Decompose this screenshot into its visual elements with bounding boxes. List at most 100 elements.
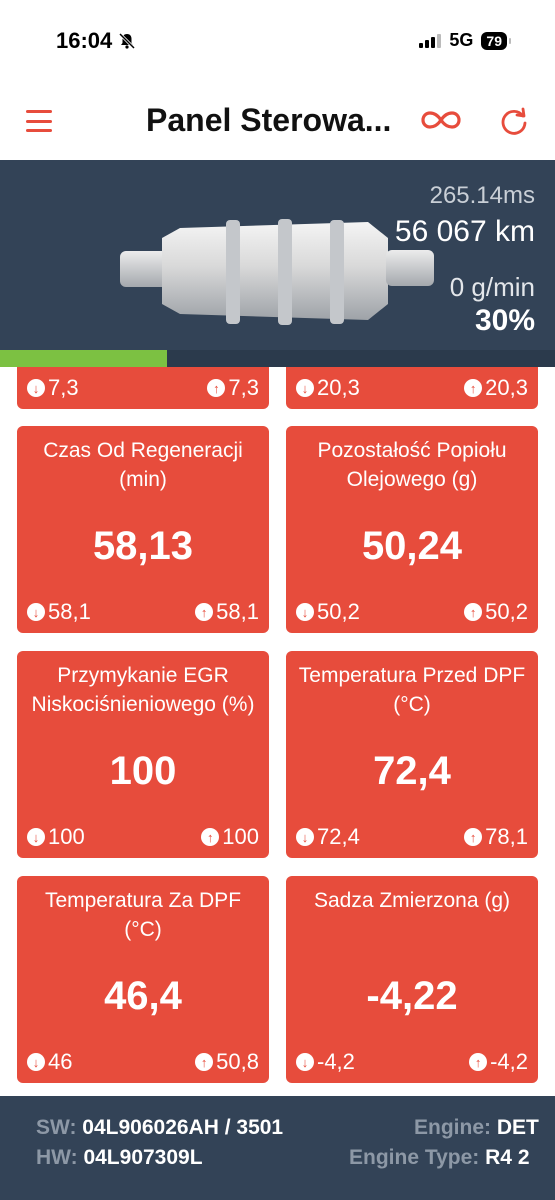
sw-value: 04L906026AH / 3501 bbox=[82, 1116, 284, 1139]
max-value: 50,2 bbox=[485, 599, 528, 624]
sensor-card-value: 46,4 bbox=[104, 974, 182, 1018]
sensor-card-value: 58,13 bbox=[92, 524, 194, 568]
sensor-card-egr-closing[interactable]: Przymykanie EGR Niskociśnieniowego (%) 1… bbox=[17, 651, 269, 858]
arrow-down-circle-icon: ↓ bbox=[296, 1053, 314, 1071]
min-value: 20,3 bbox=[317, 375, 360, 400]
arrow-down-circle-icon: ↓ bbox=[296, 828, 314, 846]
arrow-down-circle-icon: ↓ bbox=[27, 603, 45, 621]
sensor-card-value: 50,24 bbox=[361, 524, 463, 568]
dpf-load-percent: 30% bbox=[474, 304, 535, 337]
min-value: 72,4 bbox=[317, 824, 360, 849]
dpf-filter-image bbox=[120, 219, 434, 325]
sensor-card-title: Temperatura Za DPF (°C) bbox=[44, 889, 242, 941]
max-value-group: ↑ 78,1 bbox=[464, 824, 528, 850]
signal-icon bbox=[419, 33, 442, 48]
sensor-card[interactable]: ↓ 20,3 ↑ 20,3 bbox=[286, 367, 538, 409]
battery-icon: 79 bbox=[481, 31, 511, 50]
network-type: 5G bbox=[449, 30, 474, 50]
odometer-distance: 56 067 km bbox=[394, 215, 535, 248]
engine-row: Engine: DET bbox=[414, 1116, 539, 1140]
arrow-down-circle-icon: ↓ bbox=[296, 603, 314, 621]
min-value-group: ↓ 100 bbox=[27, 824, 85, 850]
sensor-card-title: Przymykanie EGR Niskociśnieniowego (%) bbox=[31, 664, 255, 716]
bell-slash-icon bbox=[119, 32, 136, 50]
sensor-card-value: 72,4 bbox=[373, 749, 451, 793]
ecu-info-footer: SW: 04L906026AH / 3501 HW: 04L907309L En… bbox=[0, 1096, 555, 1200]
status-bar: 16:04 5G 79 bbox=[0, 0, 555, 80]
min-value: 50,2 bbox=[317, 599, 360, 624]
arrow-up-circle-icon: ↑ bbox=[201, 828, 220, 846]
min-value: 46 bbox=[48, 1049, 73, 1074]
status-indicators: 5G 79 bbox=[419, 30, 511, 51]
refresh-icon[interactable] bbox=[498, 106, 530, 138]
sensor-card-oil-ash[interactable]: Pozostałość Popiołu Olejowego (g) 50,24 … bbox=[286, 426, 538, 633]
min-value-group: ↓ 72,4 bbox=[296, 824, 360, 850]
max-value-group: ↑ 50,2 bbox=[464, 599, 528, 625]
sensor-card-title: Pozostałość Popiołu Olejowego (g) bbox=[317, 439, 507, 491]
arrow-up-circle-icon: ↑ bbox=[207, 379, 226, 397]
status-time: 16:04 bbox=[56, 28, 113, 53]
arrow-up-circle-icon: ↑ bbox=[469, 1053, 488, 1071]
arrow-up-circle-icon: ↑ bbox=[464, 603, 483, 621]
hw-row: HW: 04L907309L bbox=[36, 1146, 203, 1170]
infinity-link-icon[interactable] bbox=[420, 108, 462, 132]
min-value-group: ↓ 50,2 bbox=[296, 599, 360, 625]
arrow-up-circle-icon: ↑ bbox=[195, 603, 214, 621]
arrow-down-circle-icon: ↓ bbox=[27, 379, 45, 397]
max-value: 78,1 bbox=[485, 824, 528, 849]
min-value-group: ↓ -4,2 bbox=[296, 1049, 355, 1075]
arrow-down-circle-icon: ↓ bbox=[27, 828, 45, 846]
max-value-group: ↑ 7,3 bbox=[207, 375, 259, 401]
max-value: 100 bbox=[222, 824, 259, 849]
hw-value: 04L907309L bbox=[83, 1146, 203, 1169]
sensor-card-regeneration-time[interactable]: Czas Od Regeneracji (min) 58,13 ↓ 58,1 ↑ 5… bbox=[17, 426, 269, 633]
max-value-group: ↑ 50,8 bbox=[195, 1049, 259, 1075]
sensor-card-title: Sadza Zmierzona (g) bbox=[313, 889, 511, 912]
sensor-card-title: Temperatura Przed DPF (°C) bbox=[298, 664, 526, 716]
hw-label: HW: bbox=[36, 1146, 78, 1169]
app-header: Panel Sterowa... bbox=[0, 80, 555, 160]
sw-row: SW: 04L906026AH / 3501 bbox=[36, 1116, 283, 1140]
sensor-card-soot-measured[interactable]: Sadza Zmierzona (g) -4,22 ↓ -4,2 ↑ -4,2 bbox=[286, 876, 538, 1083]
hero-stats: 265.14ms 56 067 km 0 g/min 30% bbox=[395, 180, 535, 338]
sensor-card-temp-after-dpf[interactable]: Temperatura Za DPF (°C) 46,4 ↓ 46 ↑ 50,8 bbox=[17, 876, 269, 1083]
soot-flow-rate: 0 g/min bbox=[449, 272, 535, 302]
sensor-card-value: -4,22 bbox=[366, 974, 458, 1018]
min-value-group: ↓ 46 bbox=[27, 1049, 72, 1075]
max-value: 58,1 bbox=[216, 599, 259, 624]
sensor-card-title: Czas Od Regeneracji (min) bbox=[43, 439, 243, 491]
sensor-card-value: 100 bbox=[109, 749, 177, 793]
min-value: 100 bbox=[48, 824, 85, 849]
engine-type-value: R4 2 bbox=[485, 1146, 530, 1169]
max-value-group: ↑ 20,3 bbox=[464, 375, 528, 401]
dpf-hero-panel: 265.14ms 56 067 km 0 g/min 30% bbox=[0, 160, 555, 367]
response-latency: 265.14ms bbox=[429, 182, 535, 209]
arrow-up-circle-icon: ↑ bbox=[464, 379, 483, 397]
max-value: 20,3 bbox=[485, 375, 528, 400]
engine-type-label: Engine Type: bbox=[349, 1146, 480, 1169]
min-value: -4,2 bbox=[317, 1049, 355, 1074]
status-time-group: 16:04 bbox=[56, 28, 136, 54]
max-value: 50,8 bbox=[216, 1049, 259, 1074]
sensor-card[interactable]: ↓ 7,3 ↑ 7,3 bbox=[17, 367, 269, 409]
max-value-group: ↑ 58,1 bbox=[195, 599, 259, 625]
min-value: 7,3 bbox=[48, 375, 79, 400]
page-title: Panel Sterowa... bbox=[146, 102, 392, 138]
sw-label: SW: bbox=[36, 1116, 77, 1139]
engine-type-row: Engine Type: R4 2 bbox=[349, 1146, 530, 1170]
min-value-group: ↓ 58,1 bbox=[27, 599, 91, 625]
max-value-group: ↑ 100 bbox=[201, 824, 259, 850]
engine-label: Engine: bbox=[414, 1116, 491, 1139]
max-value: 7,3 bbox=[228, 375, 259, 400]
hamburger-menu-icon[interactable] bbox=[26, 110, 52, 132]
arrow-up-circle-icon: ↑ bbox=[195, 1053, 214, 1071]
arrow-up-circle-icon: ↑ bbox=[464, 828, 483, 846]
min-value-group: ↓ 20,3 bbox=[296, 375, 360, 401]
dpf-progress-bar bbox=[0, 350, 555, 367]
engine-value: DET bbox=[496, 1116, 539, 1139]
sensor-card-temp-before-dpf[interactable]: Temperatura Przed DPF (°C) 72,4 ↓ 72,4 ↑ 7… bbox=[286, 651, 538, 858]
max-value: -4,2 bbox=[490, 1049, 528, 1074]
sensor-grid[interactable]: ↓ 7,3 ↑ 7,3 ↓ 20,3 ↑ 20,3 Czas Od Regeneracj… bbox=[0, 367, 555, 1096]
dpf-progress-fill bbox=[0, 350, 167, 367]
arrow-down-circle-icon: ↓ bbox=[296, 379, 314, 397]
